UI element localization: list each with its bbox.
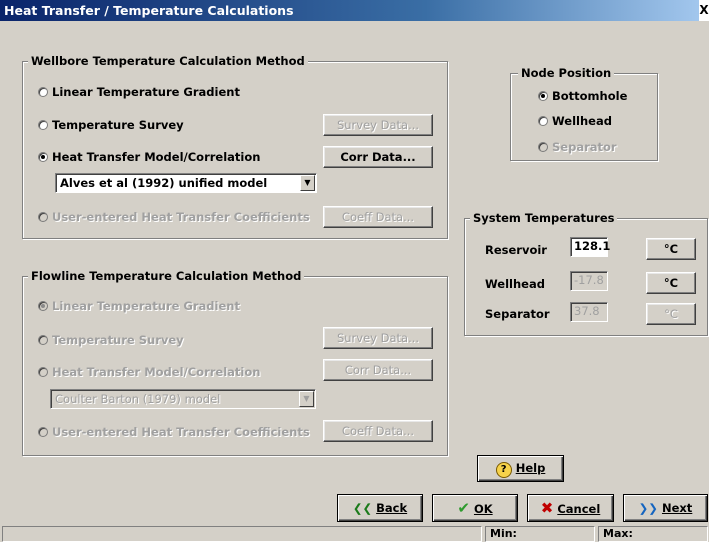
separator-unit-button[interactable]: °C [646,303,696,325]
wellbore-method-legend: Wellbore Temperature Calculation Method [28,54,308,68]
reservoir-temp-input[interactable]: 128.1 [570,237,610,257]
reservoir-label: Reservoir [485,243,547,257]
node-radio-separator[interactable]: Separator [538,139,617,155]
status-max: Max: [598,526,708,542]
wellbore-user-label: User-entered Heat Transfer Coefficients [52,210,310,224]
radio-icon [38,427,48,437]
radio-icon [38,212,48,222]
reservoir-unit-button[interactable]: °C [646,238,696,260]
status-bar: Min: Max: [0,524,709,542]
flowline-linear-label: Linear Temperature Gradient [52,299,240,313]
chevron-down-icon[interactable]: ▼ [299,391,314,407]
flowline-method-legend: Flowline Temperature Calculation Method [28,269,305,283]
window-titlebar: Heat Transfer / Temperature Calculations [0,0,709,21]
node-bottomhole-label: Bottomhole [552,89,628,103]
wellbore-radio-model[interactable]: Heat Transfer Model/Correlation [38,149,260,165]
wellhead-label: Wellhead [485,277,545,291]
wellbore-radio-survey[interactable]: Temperature Survey [38,117,184,133]
status-pane-main [2,526,482,542]
separator-label: Separator [485,307,550,321]
wellhead-temp-input[interactable]: -17.8 [570,271,608,291]
node-radio-bottomhole[interactable]: Bottomhole [538,88,627,104]
close-icon[interactable]: X [699,0,709,21]
wellbore-survey-label: Temperature Survey [52,118,184,132]
wellbore-survey-data-button[interactable]: Survey Data... [323,114,433,136]
wellbore-model-select[interactable]: Alves et al (1992) unified model ▼ [55,173,317,193]
separator-temp-input[interactable]: 37.8 [570,302,608,322]
wellbore-linear-label: Linear Temperature Gradient [52,85,240,99]
ok-button[interactable]: ✔ OK [432,494,518,522]
wellbore-coeff-data-button[interactable]: Coeff Data... [323,206,433,228]
next-button-label: Next [661,501,693,515]
close-icon: ✖ [540,499,554,517]
flowline-survey-data-button[interactable]: Survey Data... [323,327,433,349]
wellbore-radio-linear[interactable]: Linear Temperature Gradient [38,84,240,100]
flowline-radio-user[interactable]: User-entered Heat Transfer Coefficients [38,424,310,440]
status-min: Min: [485,526,595,542]
node-radio-wellhead[interactable]: Wellhead [538,113,612,129]
wellhead-unit-button[interactable]: °C [646,272,696,294]
wellbore-model-value: Alves et al (1992) unified model [60,176,268,190]
cancel-button[interactable]: ✖ Cancel [527,494,614,522]
help-icon: ? [495,462,512,478]
next-arrow-icon: ❯❯ [638,501,658,515]
radio-icon [538,142,548,152]
flowline-survey-label: Temperature Survey [52,333,184,347]
wellbore-corr-data-button[interactable]: Corr Data... [323,146,433,168]
check-icon: ✔ [457,499,470,517]
node-wellhead-label: Wellhead [552,114,612,128]
wellbore-model-label: Heat Transfer Model/Correlation [52,150,261,164]
flowline-coeff-data-button[interactable]: Coeff Data... [323,420,433,442]
flowline-radio-linear[interactable]: Linear Temperature Gradient [38,298,240,314]
node-separator-label: Separator [552,140,617,154]
flowline-model-label: Heat Transfer Model/Correlation [52,365,261,379]
radio-checked-icon [38,152,48,162]
flowline-model-select[interactable]: Coulter Barton (1979) model ▼ [50,389,316,409]
radio-icon [538,116,548,126]
chevron-down-icon[interactable]: ▼ [300,175,315,191]
wellbore-radio-user[interactable]: User-entered Heat Transfer Coefficients [38,209,310,225]
radio-checked-icon [538,91,548,101]
back-arrow-icon: ❮❮ [352,501,373,515]
radio-icon [38,335,48,345]
back-button[interactable]: ❮❮ Back [337,494,423,522]
system-temperatures-legend: System Temperatures [470,211,618,225]
radio-icon [38,87,48,97]
node-position-legend: Node Position [518,66,615,80]
radio-icon [38,367,48,377]
ok-button-label: OK [473,502,493,516]
flowline-model-value: Coulter Barton (1979) model [55,392,221,406]
cancel-button-label: Cancel [557,502,601,516]
flowline-corr-data-button[interactable]: Corr Data... [323,359,433,381]
help-button[interactable]: ? Help [477,455,564,482]
radio-icon [38,120,48,130]
back-button-label: Back [376,501,408,515]
flowline-user-label: User-entered Heat Transfer Coefficients [52,425,310,439]
next-button[interactable]: ❯❯ Next [623,494,708,522]
flowline-radio-survey[interactable]: Temperature Survey [38,332,184,348]
window-title: Heat Transfer / Temperature Calculations [4,3,294,18]
help-button-label: Help [515,461,546,475]
radio-checked-icon [38,301,48,311]
flowline-radio-model[interactable]: Heat Transfer Model/Correlation [38,364,260,380]
